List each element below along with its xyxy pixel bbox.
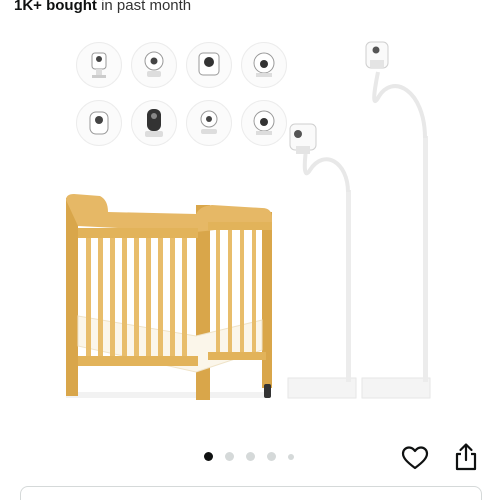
share-button[interactable] <box>452 442 480 472</box>
camera-thumbnail <box>131 42 177 88</box>
bought-in-past-month: 1K+ bought in past month <box>14 0 191 15</box>
compatible-cameras-grid <box>76 42 288 150</box>
carousel-dot-2[interactable] <box>225 452 234 461</box>
carousel-dot-4[interactable] <box>267 452 276 461</box>
camera-thumbnail <box>186 100 232 146</box>
carousel-dot-3[interactable] <box>246 452 255 461</box>
image-carousel-dots <box>204 452 304 462</box>
carousel-dot-more[interactable] <box>288 454 294 460</box>
add-to-wishlist-button[interactable] <box>400 443 430 473</box>
bought-period: in past month <box>96 0 192 14</box>
short-floor-stand <box>287 123 357 399</box>
heart-outline-icon <box>401 446 429 470</box>
camera-thumbnail <box>76 42 122 88</box>
camera-thumbnail <box>186 42 232 88</box>
next-section-card <box>20 486 482 500</box>
share-icon <box>455 443 477 471</box>
camera-thumbnail <box>241 100 287 146</box>
crib-illustration <box>66 194 272 400</box>
bought-count: 1K+ bought <box>14 0 97 14</box>
camera-thumbnail <box>241 42 287 88</box>
carousel-dot-1[interactable] <box>204 452 213 461</box>
tall-floor-stand <box>361 41 431 399</box>
camera-thumbnail <box>76 100 122 146</box>
camera-thumbnail <box>131 100 177 146</box>
